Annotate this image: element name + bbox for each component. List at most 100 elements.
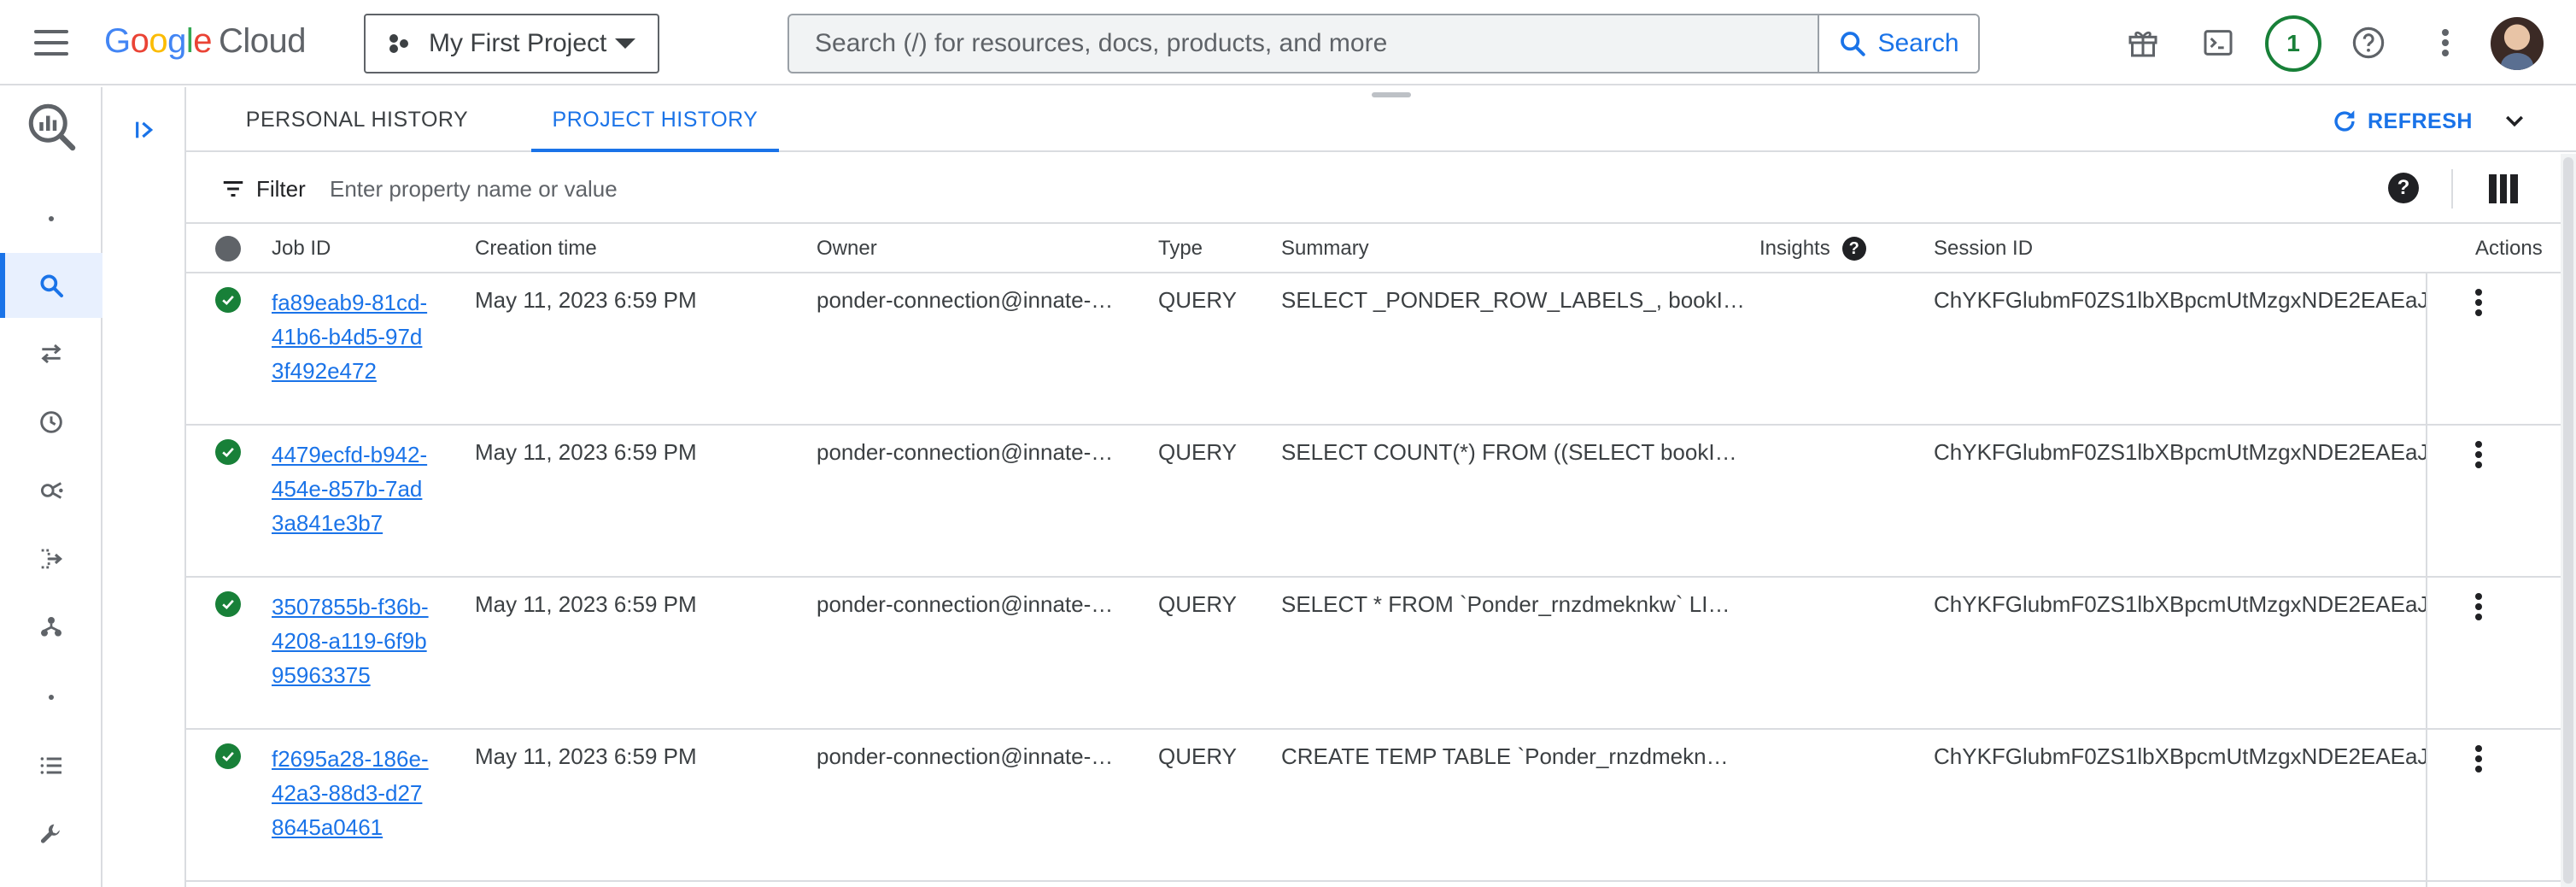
- table-row[interactable]: fa89eab9-81cd-41b6-b4d5-97d3f492e472 May…: [186, 273, 2561, 426]
- search-icon: [1841, 32, 1866, 56]
- creation-time: May 11, 2023 6:59 PM: [475, 287, 697, 313]
- refresh-icon: [2334, 110, 2355, 132]
- tab-personal-history[interactable]: PERSONAL HISTORY: [186, 87, 528, 152]
- scheduled-queries-icon[interactable]: [0, 390, 102, 455]
- google-wordmark: Google: [104, 22, 213, 60]
- header-creation-time[interactable]: Creation time: [475, 224, 597, 273]
- job-type: QUERY: [1158, 591, 1237, 617]
- job-type: QUERY: [1158, 439, 1237, 465]
- header-insights-label: Insights: [1759, 237, 1830, 260]
- filter-icon: [223, 181, 243, 197]
- success-check-icon: [215, 591, 241, 617]
- project-icon: [388, 32, 410, 55]
- row-actions-more-icon[interactable]: [2463, 284, 2494, 321]
- owner: ponder-connection@innate-…: [817, 287, 1114, 313]
- google-letter: g: [167, 22, 186, 60]
- table-header: Job ID Creation time Owner Type Summary …: [186, 224, 2561, 273]
- explorer-search-icon[interactable]: [0, 253, 102, 318]
- success-check-icon: [215, 287, 241, 313]
- google-letter: e: [193, 22, 213, 60]
- header-type[interactable]: Type: [1158, 224, 1203, 273]
- vertical-scrollbar[interactable]: [2561, 154, 2576, 887]
- notifications-badge[interactable]: 1: [2265, 15, 2321, 72]
- google-letter: l: [185, 22, 194, 60]
- owner: ponder-connection@innate-…: [817, 439, 1114, 465]
- explorer-collapsed-panel: [104, 87, 186, 887]
- job-history-table: Job ID Creation time Owner Type Summary …: [186, 224, 2561, 887]
- google-letter: o: [130, 22, 149, 60]
- refresh-button[interactable]: REFRESH: [2330, 104, 2473, 138]
- session-id: ChYKFGlubmF0ZS1lbXBpcmUtMzgxNDE2EAEaJD: [1934, 287, 2426, 313]
- creation-time: May 11, 2023 6:59 PM: [475, 439, 697, 465]
- session-id: ChYKFGlubmF0ZS1lbXBpcmUtMzgxNDE2EAEaJD: [1934, 591, 2426, 617]
- google-letter: o: [149, 22, 168, 60]
- google-letter: G: [104, 22, 131, 60]
- header-insights[interactable]: Insights ?: [1759, 224, 1866, 273]
- collapse-panel-chevron-icon[interactable]: [2499, 106, 2530, 137]
- expand-panel-icon[interactable]: [128, 113, 162, 147]
- filter-input[interactable]: Enter property name or value: [330, 154, 618, 224]
- help-icon[interactable]: [2349, 23, 2388, 62]
- history-tabs: PERSONAL HISTORY PROJECT HISTORY REFRESH: [186, 87, 2576, 152]
- data-transfers-icon[interactable]: [0, 321, 102, 386]
- job-id-link[interactable]: 4479ecfd-b942-454e-857b-7ad3a841e3b7: [272, 438, 434, 540]
- row-actions-more-icon[interactable]: [2463, 740, 2494, 778]
- avatar[interactable]: [2491, 17, 2544, 70]
- scrollbar-thumb[interactable]: [2563, 157, 2573, 884]
- cloud-shell-icon[interactable]: [2198, 23, 2238, 62]
- row-actions-more-icon[interactable]: [2463, 588, 2494, 626]
- header-summary[interactable]: Summary: [1281, 224, 1369, 273]
- top-bar: Google Cloud My First Project Search (/) …: [0, 0, 2576, 85]
- session-id: ChYKFGlubmF0ZS1lbXBpcmUtMzgxNDE2EAEaJD: [1934, 743, 2426, 769]
- more-vert-icon[interactable]: [2426, 23, 2465, 62]
- menu-icon[interactable]: [34, 30, 68, 56]
- filter-help-icon[interactable]: ?: [2388, 173, 2419, 203]
- creation-time: May 11, 2023 6:59 PM: [475, 591, 697, 617]
- filter-bar: Filter Enter property name or value ?: [186, 154, 2561, 224]
- success-check-icon: [215, 743, 241, 769]
- filter-button[interactable]: Filter: [220, 154, 306, 224]
- search-bar: Search (/) for resources, docs, products…: [787, 14, 1980, 73]
- query-summary: SELECT _PONDER_ROW_LABELS_, bookI…: [1281, 287, 1745, 313]
- header-session-id[interactable]: Session ID: [1934, 224, 2033, 273]
- search-input[interactable]: Search (/) for resources, docs, products…: [789, 15, 1818, 72]
- wrench-icon[interactable]: [0, 802, 102, 866]
- tab-project-history[interactable]: PROJECT HISTORY: [531, 87, 779, 152]
- job-id-link[interactable]: fa89eab9-81cd-41b6-b4d5-97d3f492e472: [272, 285, 434, 388]
- job-id-link[interactable]: 3507855b-f36b-4208-a119-6f9b95963375: [272, 590, 434, 692]
- bigquery-logo-icon[interactable]: [0, 94, 102, 159]
- query-summary: CREATE TEMP TABLE `Ponder_rnzdmekn…: [1281, 743, 1729, 769]
- chevron-down-icon: [615, 38, 635, 49]
- nav-separator-dot: [0, 186, 102, 251]
- divider: [2451, 169, 2453, 209]
- insights-help-icon[interactable]: ?: [1841, 237, 1866, 261]
- query-summary: SELECT * FROM `Ponder_rnzdmeknkw` LI…: [1281, 591, 1730, 617]
- owner: ponder-connection@innate-…: [817, 743, 1114, 769]
- column-display-options-icon[interactable]: [2489, 174, 2519, 203]
- project-picker[interactable]: My First Project: [364, 14, 659, 73]
- search-button[interactable]: Search: [1818, 15, 1978, 72]
- analytics-hub-icon[interactable]: [0, 458, 102, 523]
- row-actions-more-icon[interactable]: [2463, 436, 2494, 473]
- table-row[interactable]: 3507855b-f36b-4208-a119-6f9b95963375 May…: [186, 578, 2561, 730]
- table-row[interactable]: f2695a28-186e-42a3-88d3-d278645a0461 May…: [186, 730, 2561, 882]
- search-button-label: Search: [1877, 29, 1959, 57]
- job-type: QUERY: [1158, 287, 1237, 313]
- product-nav-rail: [0, 87, 102, 887]
- creation-time: May 11, 2023 6:59 PM: [475, 743, 697, 769]
- list-icon[interactable]: [0, 733, 102, 798]
- workflow-icon[interactable]: [0, 526, 102, 591]
- gift-icon[interactable]: [2123, 23, 2163, 62]
- status-header-icon: [215, 236, 241, 261]
- google-cloud-logo[interactable]: Google Cloud: [104, 22, 307, 61]
- session-id: ChYKFGlubmF0ZS1lbXBpcmUtMzgxNDE2EAEaJD: [1934, 439, 2426, 465]
- dataform-icon[interactable]: [0, 595, 102, 660]
- nav-separator-dot: [0, 665, 102, 730]
- job-id-link[interactable]: f2695a28-186e-42a3-88d3-d278645a0461: [272, 742, 434, 844]
- header-owner[interactable]: Owner: [817, 224, 877, 273]
- owner: ponder-connection@innate-…: [817, 591, 1114, 617]
- table-row[interactable]: 4479ecfd-b942-454e-857b-7ad3a841e3b7 May…: [186, 426, 2561, 578]
- header-job-id[interactable]: Job ID: [272, 224, 331, 273]
- header-actions: Actions: [2475, 237, 2543, 260]
- project-name: My First Project: [429, 29, 607, 57]
